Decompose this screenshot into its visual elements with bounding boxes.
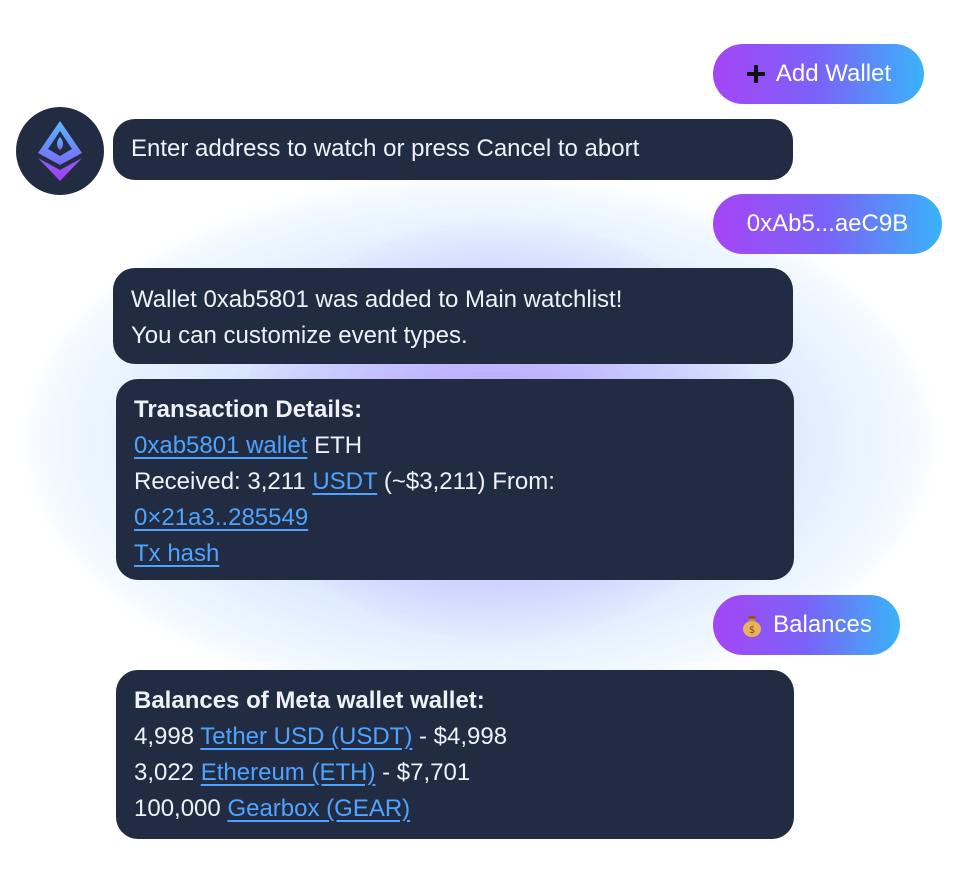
balances-button[interactable]: $ Balances xyxy=(713,595,900,655)
svg-text:$: $ xyxy=(749,625,755,636)
add-wallet-button[interactable]: Add Wallet xyxy=(713,44,924,104)
tx-title: Transaction Details: xyxy=(134,396,363,423)
bot-message-balances: Balances of Meta wallet wallet: 4,998 Te… xyxy=(116,670,794,839)
bot-message-wallet-added: Wallet 0xab5801 was added to Main watchl… xyxy=(113,268,793,364)
bot-avatar xyxy=(16,107,104,195)
tx-from-link[interactable]: 0×21a3..285549 xyxy=(134,504,308,531)
added-line-2: You can customize event types. xyxy=(131,322,468,349)
balance-token-link[interactable]: Tether USD (USDT) xyxy=(200,723,412,750)
tx-chain: ETH xyxy=(314,432,363,459)
balances-title: Balances of Meta wallet wallet: xyxy=(134,687,485,714)
ethereum-logo-icon xyxy=(38,121,82,181)
money-bag-icon: $ xyxy=(741,613,763,637)
prompt-text: Enter address to watch or press Cancel t… xyxy=(131,135,640,162)
balance-amount: 100,000 xyxy=(134,795,221,822)
balance-value: - $7,701 xyxy=(382,759,471,786)
added-line-1: Wallet 0xab5801 was added to Main watchl… xyxy=(131,286,623,313)
plus-icon xyxy=(746,64,766,84)
tx-received-prefix: Received: 3,211 xyxy=(134,468,306,495)
tx-hash-link[interactable]: Tx hash xyxy=(134,540,219,567)
balance-amount: 3,022 xyxy=(134,759,195,786)
balance-value: - $4,998 xyxy=(419,723,508,750)
tx-received-suffix: (~$3,211) From: xyxy=(383,468,555,495)
tx-token-link[interactable]: USDT xyxy=(312,468,377,495)
balance-token-link[interactable]: Ethereum (ETH) xyxy=(201,759,376,786)
tx-wallet-link[interactable]: 0xab5801 wallet xyxy=(134,432,307,459)
balance-token-link[interactable]: Gearbox (GEAR) xyxy=(227,795,410,822)
balance-row: 4,998 Tether USD (USDT) - $4,998 xyxy=(134,719,776,755)
add-wallet-label: Add Wallet xyxy=(775,60,892,87)
address-chip-button[interactable]: 0xAb5...aeC9B xyxy=(713,194,942,254)
balance-row: 3,022 Ethereum (ETH) - $7,701 xyxy=(134,755,776,791)
bot-message-prompt: Enter address to watch or press Cancel t… xyxy=(113,119,793,180)
balances-label: Balances xyxy=(773,611,872,638)
balance-amount: 4,998 xyxy=(134,723,195,750)
balance-row: 100,000 Gearbox (GEAR) xyxy=(134,791,776,827)
bot-message-transaction-details: Transaction Details: 0xab5801 wallet ETH… xyxy=(116,379,794,580)
address-label: 0xAb5...aeC9B xyxy=(746,210,909,237)
